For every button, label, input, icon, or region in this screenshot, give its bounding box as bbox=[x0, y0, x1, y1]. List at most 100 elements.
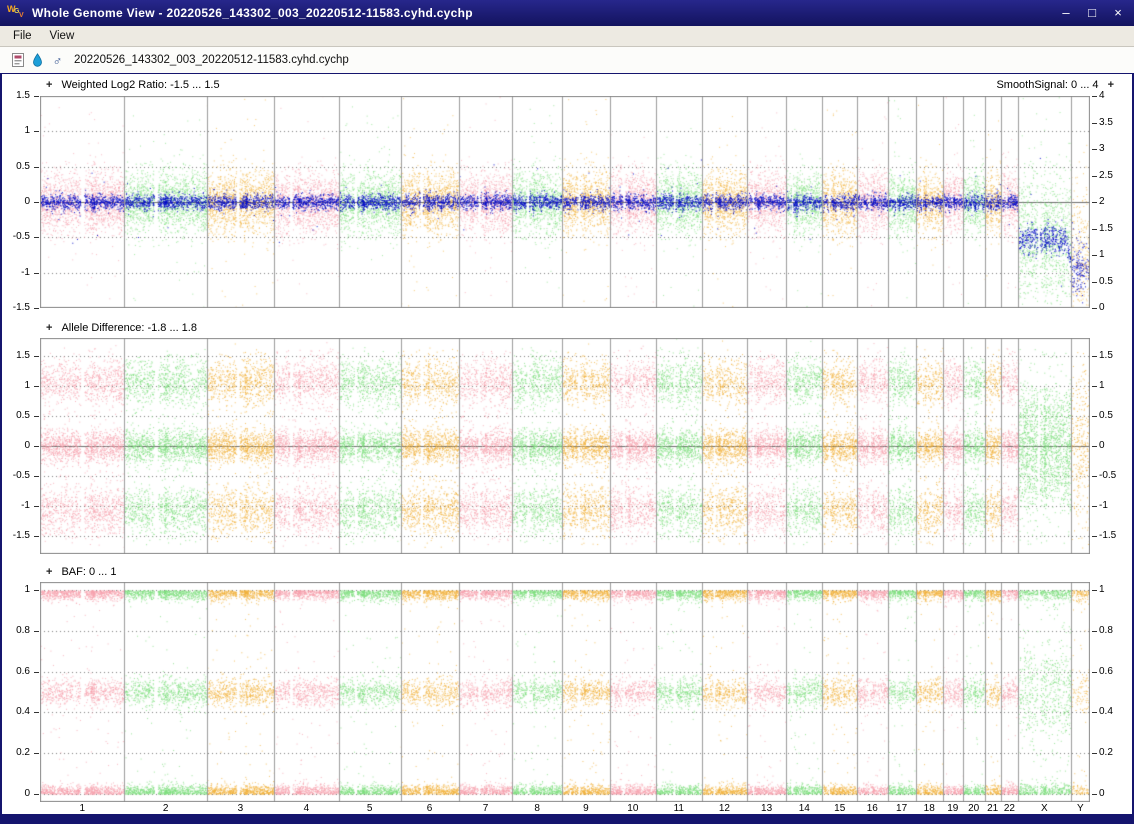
allele-difference-header: + Allele Difference: -1.8 ... 1.8 bbox=[2, 308, 1132, 338]
tick-mark bbox=[34, 794, 39, 795]
log2-plot[interactable] bbox=[40, 96, 1090, 308]
axis-tick-label: 1 bbox=[1099, 584, 1105, 595]
allele-difference-plot[interactable] bbox=[40, 338, 1090, 554]
tick-mark bbox=[1092, 476, 1097, 477]
axis-tick-label: 0 bbox=[24, 788, 30, 799]
droplet-icon bbox=[30, 52, 45, 68]
tick-mark bbox=[1092, 123, 1097, 124]
axis-tick-label: 1.5 bbox=[16, 350, 30, 361]
tick-mark bbox=[1092, 356, 1097, 357]
expand-log2-button[interactable]: + bbox=[46, 79, 52, 91]
baf-header: + BAF: 0 ... 1 bbox=[2, 554, 1132, 582]
minimize-button[interactable]: – bbox=[1054, 3, 1078, 23]
log2-panel-header: + Weighted Log2 Ratio: -1.5 ... 1.5 Smoo… bbox=[2, 74, 1132, 96]
tick-mark bbox=[1092, 202, 1097, 203]
axis-tick-label: 0.8 bbox=[16, 625, 30, 636]
chromosome-label: 4 bbox=[303, 803, 310, 814]
axis-tick-label: -1.5 bbox=[12, 530, 30, 541]
chromosome-axis: 1 2 3 4 5 6 7 8 9 10 11 12 13 14 15 16 17 18 19 20 21 22 X Y bbox=[2, 802, 1132, 816]
chromosome-label: 6 bbox=[426, 803, 433, 814]
axis-tick-label: 0.5 bbox=[16, 410, 30, 421]
tick-mark bbox=[1092, 416, 1097, 417]
chromosome-label: 22 bbox=[1003, 803, 1015, 814]
file-row: ♂ 20220526_143302_003_20220512-11583.cyh… bbox=[0, 47, 1134, 73]
tick-mark bbox=[1092, 712, 1097, 713]
genome-view: + Weighted Log2 Ratio: -1.5 ... 1.5 Smoo… bbox=[2, 74, 1132, 814]
expand-allele-difference-button[interactable]: + bbox=[46, 323, 52, 334]
axis-tick-label: 2.5 bbox=[1099, 170, 1113, 181]
axis-tick-label: 1.5 bbox=[1099, 350, 1113, 361]
menu-view[interactable]: View bbox=[41, 28, 84, 44]
tick-mark bbox=[34, 167, 39, 168]
chromosome-label: Y bbox=[1076, 803, 1084, 814]
tick-mark bbox=[34, 712, 39, 713]
log2-panel: + Weighted Log2 Ratio: -1.5 ... 1.5 Smoo… bbox=[2, 74, 1132, 313]
chromosome-label: 20 bbox=[968, 803, 980, 814]
log2-panel-title: Weighted Log2 Ratio: -1.5 ... 1.5 bbox=[61, 79, 220, 91]
tick-mark bbox=[34, 237, 39, 238]
axis-tick-label: 0 bbox=[1099, 440, 1105, 451]
tick-mark bbox=[34, 356, 39, 357]
chromosome-label: 13 bbox=[761, 803, 773, 814]
chromosome-label: 15 bbox=[834, 803, 846, 814]
axis-tick-label: 0.4 bbox=[1099, 706, 1113, 717]
baf-plot[interactable] bbox=[40, 582, 1090, 802]
axis-tick-label: 4 bbox=[1099, 90, 1105, 101]
axis-tick-label: 0 bbox=[24, 440, 30, 451]
smoothsignal-axis-title: SmoothSignal: 0 ... 4 bbox=[996, 79, 1099, 91]
axis-tick-label: -1 bbox=[1099, 500, 1108, 511]
tick-mark bbox=[34, 386, 39, 387]
tick-mark bbox=[34, 416, 39, 417]
chromosome-label: 17 bbox=[896, 803, 908, 814]
chromosome-label: 19 bbox=[947, 803, 959, 814]
tick-mark bbox=[1092, 794, 1097, 795]
chromosome-label: 21 bbox=[987, 803, 999, 814]
tick-mark bbox=[1092, 631, 1097, 632]
axis-tick-label: 0.2 bbox=[1099, 747, 1113, 758]
maximize-button[interactable]: □ bbox=[1080, 3, 1104, 23]
menu-file[interactable]: File bbox=[4, 28, 41, 44]
chromosome-label: 5 bbox=[366, 803, 373, 814]
tick-mark bbox=[34, 131, 39, 132]
chromosome-label: 16 bbox=[866, 803, 878, 814]
axis-tick-label: -1 bbox=[21, 267, 30, 278]
array-file-icon bbox=[10, 52, 25, 68]
tick-mark bbox=[34, 753, 39, 754]
chromosome-label: 7 bbox=[482, 803, 489, 814]
window-title: Whole Genome View - 20220526_143302_003_… bbox=[32, 6, 473, 20]
axis-tick-label: 1 bbox=[24, 125, 30, 136]
axis-tick-label: -1 bbox=[21, 500, 30, 511]
baf-title: BAF: 0 ... 1 bbox=[61, 566, 117, 578]
male-symbol-icon: ♂ bbox=[52, 52, 63, 68]
axis-tick-label: 0 bbox=[1099, 788, 1105, 799]
axis-tick-label: 3 bbox=[1099, 143, 1105, 154]
tick-mark bbox=[1092, 386, 1097, 387]
title-bar: WGV Whole Genome View - 20220526_143302_… bbox=[0, 0, 1134, 26]
tick-mark bbox=[1092, 753, 1097, 754]
tick-mark bbox=[34, 672, 39, 673]
axis-tick-label: 0.5 bbox=[16, 161, 30, 172]
expand-baf-button[interactable]: + bbox=[46, 567, 52, 578]
app-logo-icon: WGV bbox=[7, 4, 24, 19]
chromosome-label: 10 bbox=[627, 803, 639, 814]
chromosome-label: 9 bbox=[583, 803, 589, 814]
expand-smoothsignal-button[interactable]: + bbox=[1108, 79, 1114, 91]
axis-tick-label: 0.4 bbox=[16, 706, 30, 717]
axis-tick-label: -0.5 bbox=[12, 470, 30, 481]
axis-tick-label: 2 bbox=[1099, 196, 1105, 207]
tick-mark bbox=[1092, 446, 1097, 447]
tick-mark bbox=[1092, 282, 1097, 283]
axis-tick-label: 1 bbox=[24, 584, 30, 595]
axis-tick-label: 0.8 bbox=[1099, 625, 1113, 636]
tick-mark bbox=[1092, 255, 1097, 256]
tick-mark bbox=[1092, 149, 1097, 150]
tick-mark bbox=[34, 476, 39, 477]
axis-tick-label: 0.6 bbox=[16, 666, 30, 677]
chromosome-label: 12 bbox=[718, 803, 730, 814]
tick-mark bbox=[34, 536, 39, 537]
allele-difference-panel: + Allele Difference: -1.8 ... 1.8 1.5 1 0.… bbox=[2, 308, 1132, 554]
axis-tick-label: 1.5 bbox=[16, 90, 30, 101]
close-button[interactable]: × bbox=[1106, 3, 1130, 23]
tick-mark bbox=[34, 273, 39, 274]
tick-mark bbox=[34, 590, 39, 591]
